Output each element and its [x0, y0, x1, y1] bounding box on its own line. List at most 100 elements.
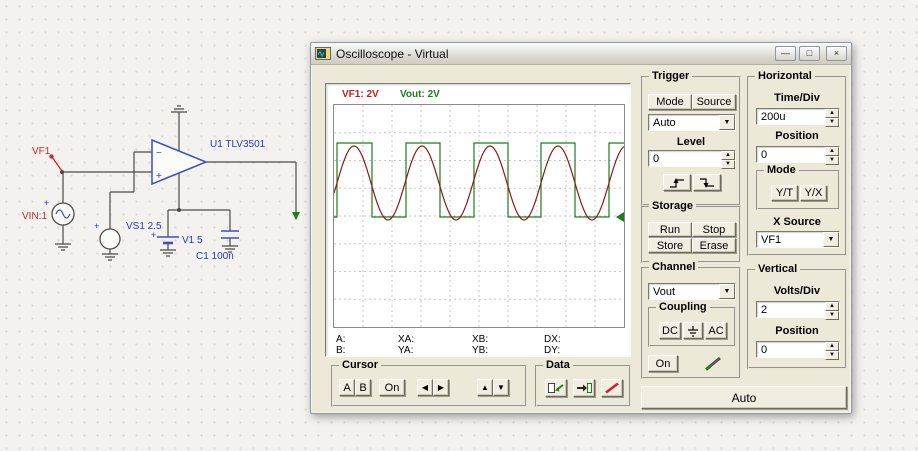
store-button[interactable]: Store: [648, 238, 692, 253]
timediv-spinner[interactable]: 200u ▲ ▼: [756, 108, 840, 127]
dropdown-arrow-icon[interactable]: ▼: [719, 284, 735, 299]
scope-plot: [333, 105, 625, 327]
storage-group: Storage Run Stop Store Erase: [641, 200, 741, 263]
horizontal-group: Horizontal Time/Div 200u ▲ ▼ Position 0 …: [747, 70, 847, 256]
spinner-up-icon[interactable]: ▲: [825, 147, 839, 156]
export-icon: [548, 383, 564, 393]
spinner-down-icon[interactable]: ▼: [825, 156, 839, 165]
trace-position-marker[interactable]: [616, 212, 624, 222]
copy-data-button[interactable]: [573, 379, 595, 397]
clear-data-button[interactable]: [601, 379, 623, 397]
vin-plus-mark: +: [44, 198, 49, 208]
cap-label: C1 100n: [196, 251, 234, 262]
vs1-plus-mark: +: [94, 221, 99, 231]
export-data-button[interactable]: [545, 379, 567, 397]
channel-on-button[interactable]: On: [648, 355, 678, 372]
coupling-dc-button[interactable]: DC: [659, 322, 681, 339]
xsource-select[interactable]: VF1 ▼: [756, 231, 840, 248]
cursor-group-title: Cursor: [339, 359, 382, 371]
dropdown-arrow-icon[interactable]: ▼: [719, 115, 735, 130]
mode-yt-button[interactable]: Y/T: [771, 185, 798, 201]
titlebar[interactable]: Oscilloscope - Virtual — □ ×: [311, 43, 851, 65]
battery-symbol[interactable]: [157, 236, 179, 245]
cursor-a-button[interactable]: A: [339, 379, 355, 396]
ground-icon[interactable]: [55, 105, 238, 261]
sine-source-symbol[interactable]: [51, 202, 75, 226]
cursor-on-button[interactable]: On: [379, 379, 405, 396]
horizontal-group-title: Horizontal: [755, 70, 815, 82]
cursor-down-button[interactable]: ▼: [493, 379, 509, 396]
trigger-level-value: 0: [653, 153, 660, 165]
channel-group: Channel Vout ▼ Coupling DC AC On: [641, 261, 741, 379]
falling-edge-icon: [700, 177, 714, 188]
readout-yb-label: YB:: [472, 345, 489, 356]
spinner-up-icon[interactable]: ▲: [825, 342, 839, 351]
readout-dx-label: DX:: [544, 334, 561, 345]
trigger-mode-button[interactable]: Mode: [648, 94, 692, 110]
readout-ya-label: YA:: [398, 345, 414, 356]
close-button[interactable]: ×: [826, 46, 847, 61]
erase-button[interactable]: Erase: [692, 238, 736, 253]
data-group-title: Data: [543, 359, 573, 371]
voltsdiv-value: 2: [761, 304, 768, 316]
cursor-up-button[interactable]: ▲: [477, 379, 493, 396]
channel-group-title: Channel: [649, 261, 699, 273]
readout-dy-label: DY:: [544, 345, 561, 356]
dropdown-arrow-icon[interactable]: ▼: [823, 232, 839, 247]
vertical-group-title: Vertical: [755, 263, 801, 275]
storage-group-title: Storage: [649, 200, 696, 212]
scope-graph[interactable]: [333, 104, 625, 328]
trigger-level-spinner[interactable]: 0 ▲ ▼: [648, 150, 736, 169]
voltage-probe-icon[interactable]: [49, 154, 63, 172]
cursor-left-button[interactable]: ◀: [417, 379, 433, 396]
spinner-up-icon[interactable]: ▲: [721, 151, 735, 160]
wires[interactable]: [62, 112, 297, 254]
falling-edge-button[interactable]: [693, 174, 721, 191]
probe-icon: [705, 356, 721, 371]
spinner-down-icon[interactable]: ▼: [825, 118, 839, 127]
dc-source-symbol[interactable]: [99, 228, 121, 250]
trigger-mode-select[interactable]: Auto ▼: [648, 114, 736, 131]
rising-edge-button[interactable]: [663, 174, 691, 191]
horizontal-position-spinner[interactable]: 0 ▲ ▼: [756, 146, 840, 165]
horizontal-position-label: Position: [775, 130, 819, 142]
copy-icon: [577, 383, 592, 393]
spinner-down-icon[interactable]: ▼: [825, 351, 839, 360]
channel-select[interactable]: Vout ▼: [648, 283, 736, 300]
spinner-down-icon[interactable]: ▼: [721, 160, 735, 169]
run-button[interactable]: Run: [648, 222, 692, 237]
stop-button[interactable]: Stop: [692, 222, 736, 237]
output-probe-icon[interactable]: [292, 212, 300, 220]
cursor-b-button[interactable]: B: [355, 379, 371, 396]
xsource-value: VF1: [761, 234, 782, 246]
trigger-mode-value: Auto: [653, 117, 676, 129]
maximize-button[interactable]: □: [799, 46, 820, 61]
cursor-right-button[interactable]: ▶: [433, 379, 449, 396]
horizontal-position-value: 0: [761, 149, 768, 161]
spinner-up-icon[interactable]: ▲: [825, 109, 839, 118]
vertical-position-spinner[interactable]: 0 ▲ ▼: [756, 341, 840, 360]
readout-b-label: B:: [336, 345, 346, 356]
readout-xa-label: XA:: [398, 334, 415, 345]
mode-yx-button[interactable]: Y/X: [800, 185, 827, 201]
capacitor-symbol[interactable]: [221, 230, 239, 239]
scope-grid: [334, 105, 624, 327]
vertical-position-value: 0: [761, 344, 768, 356]
auto-setup-button[interactable]: Auto: [641, 386, 847, 409]
trigger-group: Trigger Mode Source Auto ▼ Level 0 ▲ ▼: [641, 70, 741, 206]
probe-select-button[interactable]: [699, 353, 729, 373]
data-group: Data: [535, 359, 631, 407]
readout-xb-label: XB:: [472, 334, 489, 345]
spinner-down-icon[interactable]: ▼: [825, 311, 839, 320]
horizontal-mode-group: Mode Y/T Y/X: [756, 164, 840, 210]
coupling-group: Coupling DC AC: [648, 301, 736, 347]
spinner-up-icon[interactable]: ▲: [825, 302, 839, 311]
voltsdiv-spinner[interactable]: 2 ▲ ▼: [756, 301, 840, 320]
minimize-button[interactable]: —: [775, 46, 796, 61]
trigger-source-button[interactable]: Source: [692, 94, 736, 110]
coupling-ac-button[interactable]: AC: [705, 322, 727, 339]
coupling-ground-button[interactable]: [683, 322, 703, 339]
scope-display-panel: VF1: 2V Vout: 2V A: XA: XB: DX: B: YA: Y…: [325, 83, 631, 357]
window-title: Oscilloscope - Virtual: [336, 46, 449, 61]
probe-label: VF1: [32, 146, 51, 157]
